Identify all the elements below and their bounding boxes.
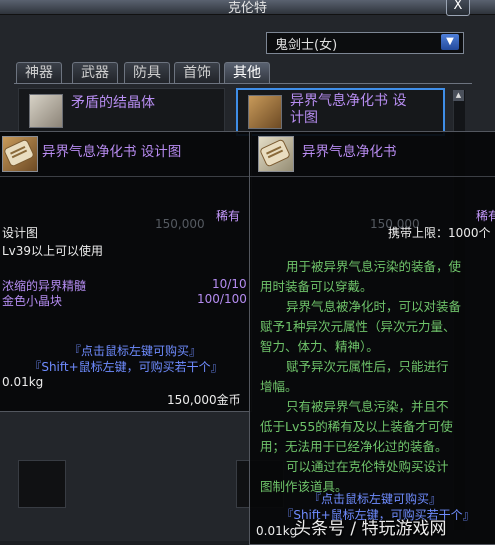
carry-limit: 携带上限：1000个 [388, 226, 491, 240]
material-name: 金色小晶块 [2, 294, 63, 308]
buy-hint-click: 『点击鼠标左键可购买』 [308, 492, 441, 506]
item-price: 150,000金币 [167, 393, 241, 407]
buy-hint-shift: 『Shift+鼠标左键，可购买若干个』 [29, 360, 223, 374]
shop-item-purify-book[interactable]: 异界气息净化书 设 计图 [236, 88, 445, 136]
buy-hint-click: 『点击鼠标左键可购买』 [68, 344, 201, 358]
rarity-label: 稀有 [476, 209, 495, 223]
tooltip-title: 异界气息净化书 设计图 [42, 144, 182, 160]
window-title: 克伦特 [227, 1, 267, 16]
scroll-icon [248, 95, 282, 129]
divider [250, 176, 495, 177]
title-bar: 克伦特 X [0, 0, 495, 16]
watermark: 头条号 / 特玩游戏网 [294, 519, 447, 539]
tab-divider [14, 83, 472, 84]
tooltip-purify-book: 异界气息净化书 150,000 稀有 携带上限：1000个 用于被异界气息污染的… [249, 131, 495, 545]
divider [0, 176, 251, 177]
tooltip-title: 异界气息净化书 [302, 144, 397, 160]
scroll-icon [2, 136, 38, 172]
job-select-value: 鬼剑士(女) [275, 38, 338, 53]
shop-item-crystal[interactable]: 矛盾的结晶体 [18, 88, 225, 134]
material-count: 10/10 [212, 277, 247, 291]
faded-price: 150,000 [155, 217, 205, 231]
tab-other[interactable]: 其他 [224, 62, 270, 84]
chevron-down-icon[interactable]: ▼ [441, 34, 459, 50]
scroll-icon [258, 136, 294, 172]
tab-accessory[interactable]: 首饰 [174, 62, 220, 84]
crystal-icon [29, 94, 63, 128]
tab-artifact[interactable]: 神器 [16, 62, 62, 84]
scroll-up-icon[interactable]: ▲ [453, 90, 464, 101]
shop-item-name: 矛盾的结晶体 [71, 95, 155, 111]
tab-weapon[interactable]: 武器 [72, 62, 118, 84]
tooltip-blueprint: 异界气息净化书 设计图 150,000 稀有 设计图 Lv39以上可以使用 浓缩… [0, 131, 252, 412]
item-weight: 0.01kg [2, 375, 44, 389]
item-type: 设计图 [2, 226, 39, 240]
item-description: 用于被异界气息污染的装备，使 用时装备可以穿戴。 异界气息被净化时，可以对装备 … [260, 259, 462, 494]
rarity-label: 稀有 [216, 209, 241, 223]
close-button[interactable]: X [446, 0, 470, 16]
empty-slot [18, 460, 66, 508]
job-select[interactable]: 鬼剑士(女) ▼ [266, 32, 464, 54]
material-count: 100/100 [197, 292, 247, 306]
shop-item-name: 异界气息净化书 设 计图 [290, 93, 407, 126]
tab-armor[interactable]: 防具 [124, 62, 170, 84]
item-weight: 0.01kg [256, 524, 298, 538]
level-requirement: Lv39以上可以使用 [2, 244, 104, 258]
